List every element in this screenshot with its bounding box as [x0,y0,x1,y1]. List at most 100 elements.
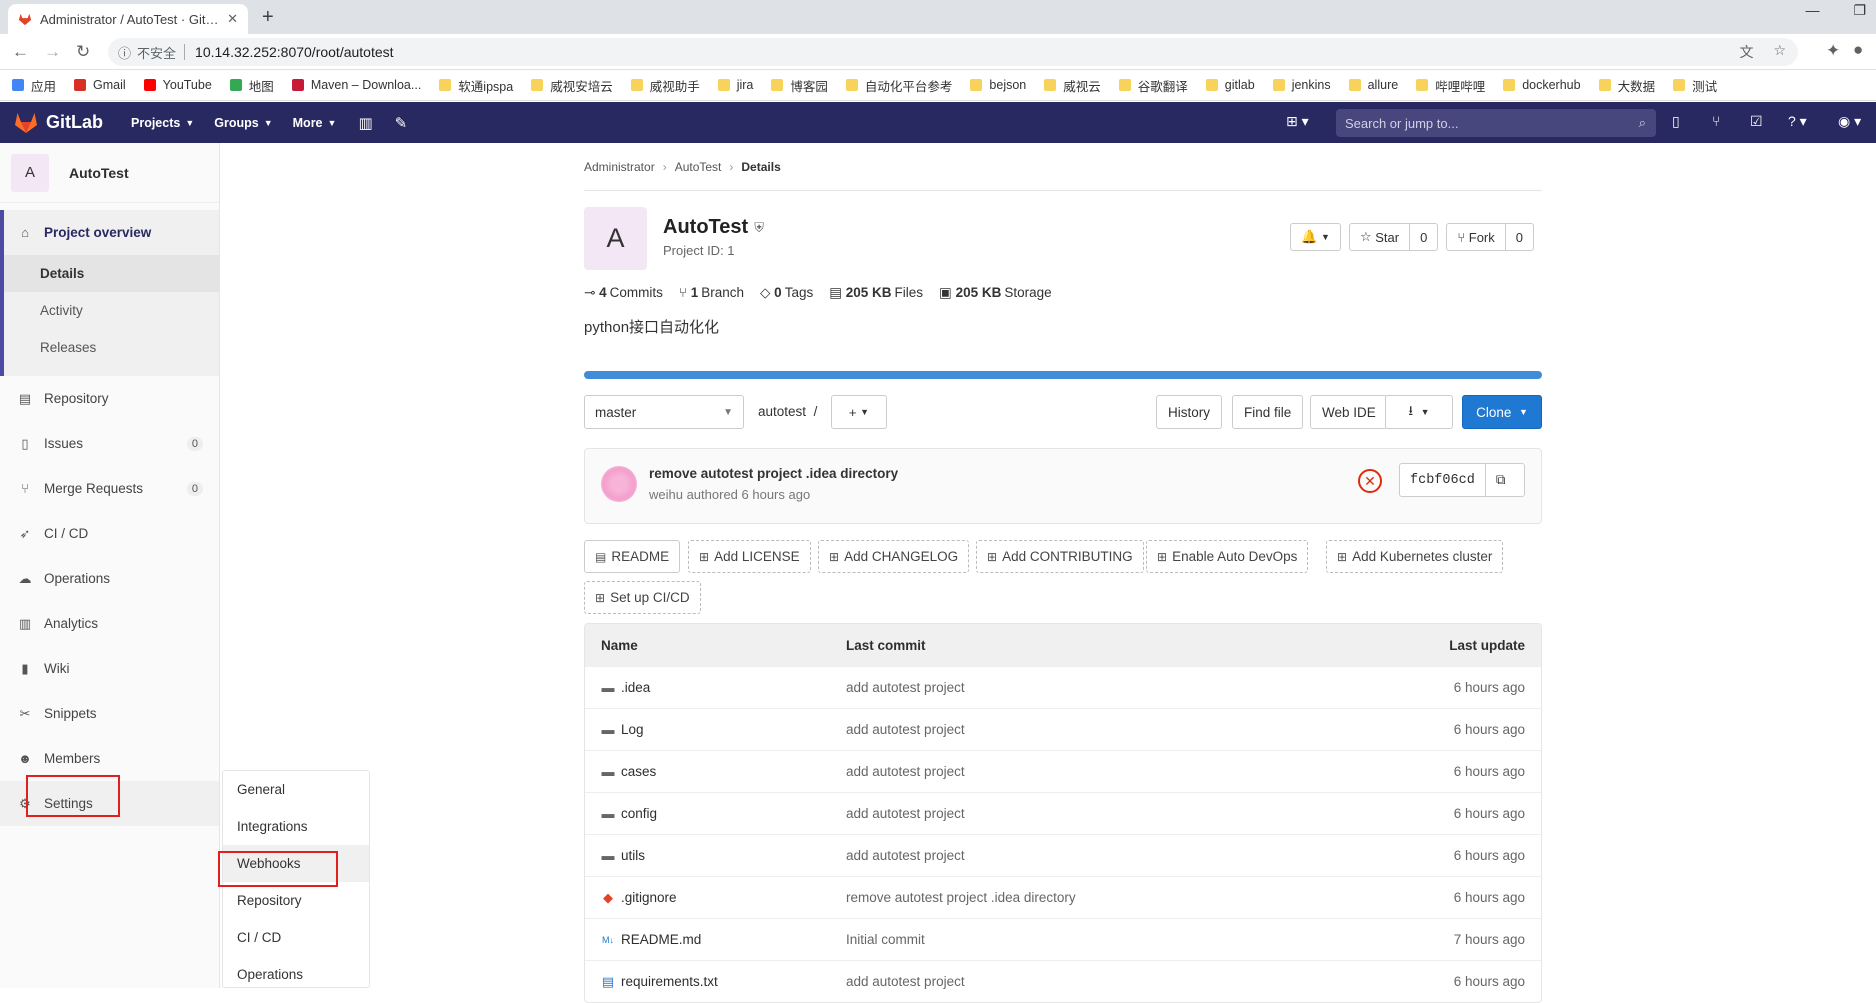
back-icon[interactable]: ← [12,42,29,62]
commit-message[interactable]: remove autotest project .idea directory [649,466,898,481]
reload-icon[interactable]: ↻ [76,42,90,62]
file-last-commit[interactable]: add autotest project [846,974,1321,989]
files-stat[interactable]: ▤ 205 KB Files [829,285,923,301]
quick-action-readme[interactable]: ▤ README [584,540,681,573]
sidebar-item-issues[interactable]: ▯ Issues 0 [0,421,219,466]
find-file-button[interactable]: Find file [1232,395,1304,429]
activity-chart-icon[interactable]: ▥ [358,114,372,132]
translate-icon[interactable]: 文 [1739,42,1753,62]
bookmark-item[interactable]: 地图 [229,76,274,95]
admin-wrench-icon[interactable]: ✎ [395,114,408,132]
groups-menu[interactable]: Groups ▼ [214,116,272,130]
minimize-icon[interactable]: — [1805,2,1819,19]
sidebar-subitem-releases[interactable]: Releases [4,329,219,366]
pipeline-failed-icon[interactable]: ✕ [1358,469,1382,493]
bookmark-item[interactable]: Maven – Downloa... [291,78,421,92]
file-last-commit[interactable]: add autotest project [846,764,1321,779]
table-row[interactable]: ▬ config add autotest project 6 hours ago [585,792,1541,834]
sidebar-project-header[interactable]: A AutoTest [0,143,219,203]
quick-action-enable-auto-devops[interactable]: ⊞ Enable Auto DevOps [1146,540,1309,573]
file-name-link[interactable]: Log [621,722,644,737]
bookmark-item[interactable]: 应用 [12,76,56,95]
file-name-link[interactable]: requirements.txt [621,974,718,989]
sidebar-subitem-activity[interactable]: Activity [4,292,219,329]
bookmark-item[interactable]: 大数据 [1598,76,1655,95]
bookmark-item[interactable]: 威视助手 [630,76,700,95]
extensions-icon[interactable]: ✦ [1826,41,1840,61]
browser-tab[interactable]: Administrator / AutoTest · Git… ✕ [8,4,248,34]
commits-stat[interactable]: ⊸ 4 Commits [584,285,663,301]
sidebar-subitem-details[interactable]: Details [4,255,219,292]
branch-stat[interactable]: ⑂ 1 Branch [679,285,744,301]
table-row[interactable]: ▬ utils add autotest project 6 hours ago [585,834,1541,876]
download-dropdown[interactable]: ⭳ ▼ [1385,395,1453,429]
tags-stat[interactable]: ◇ 0 Tags [760,285,813,301]
sidebar-item-merge-requests[interactable]: ⑂ Merge Requests 0 [0,466,219,511]
new-item-icon[interactable]: ⊞ ▾ [1286,113,1309,130]
bookmark-item[interactable]: jira [717,78,753,92]
fork-count[interactable]: 0 [1504,224,1533,250]
star-button[interactable]: ☆ Star 0 [1348,223,1439,251]
flyout-item-general[interactable]: General [223,771,369,808]
file-name-link[interactable]: .gitignore [621,890,677,905]
table-row[interactable]: ▬ Log add autotest project 6 hours ago [585,708,1541,750]
sidebar-item-snippets[interactable]: ✂ Snippets [0,691,219,736]
quick-action-add-changelog[interactable]: ⊞ Add CHANGELOG [818,540,970,573]
file-last-commit[interactable]: Initial commit [846,932,1321,947]
history-button[interactable]: History [1156,395,1223,429]
sidebar-item-project-overview[interactable]: ⌂ Project overview [4,210,219,255]
quick-action-set-up-ci-cd[interactable]: ⊞ Set up CI/CD [584,581,701,614]
bookmark-item[interactable]: jenkins [1272,78,1331,92]
quick-action-add-contributing[interactable]: ⊞ Add CONTRIBUTING [976,540,1144,573]
author-avatar[interactable] [601,466,637,502]
bookmark-item[interactable]: allure [1348,78,1398,92]
close-tab-icon[interactable]: ✕ [227,11,238,27]
commit-sha[interactable]: fcbf06cd [1400,464,1485,496]
file-name-link[interactable]: README.md [621,932,701,947]
breadcrumb-details[interactable]: Details [741,160,780,174]
flyout-item-integrations[interactable]: Integrations [223,808,369,845]
bookmark-item[interactable]: 测试 [1673,76,1717,95]
projects-menu[interactable]: Projects ▼ [131,116,194,130]
file-last-commit[interactable]: add autotest project [846,806,1321,821]
sidebar-item-repository[interactable]: ▤ Repository [0,376,219,421]
add-file-dropdown[interactable]: + ▼ [831,395,887,429]
table-row[interactable]: M↓ README.md Initial commit 7 hours ago [585,918,1541,960]
todos-nav-icon[interactable]: ☑ [1750,113,1763,130]
quick-action-add-license[interactable]: ⊞ Add LICENSE [688,540,811,573]
bookmark-item[interactable]: 软通ipspa [439,76,513,95]
flyout-item-repository[interactable]: Repository [223,882,369,919]
bookmark-item[interactable]: dockerhub [1503,78,1581,92]
profile-icon[interactable]: ● [1853,40,1863,60]
file-last-commit[interactable]: add autotest project [846,680,1321,695]
file-name-link[interactable]: .idea [621,680,650,695]
bookmark-item[interactable]: 威视云 [1044,76,1101,95]
gitlab-logo[interactable]: GitLab [14,112,103,134]
notification-dropdown[interactable]: 🔔 ▼ [1290,223,1341,251]
user-avatar[interactable]: ◉ ▾ [1838,113,1861,130]
breadcrumb-administrator[interactable]: Administrator [584,160,655,174]
bookmark-item[interactable]: 谷歌翻译 [1118,76,1188,95]
bookmark-item[interactable]: YouTube [143,78,212,92]
file-last-commit[interactable]: add autotest project [846,848,1321,863]
file-last-commit[interactable]: add autotest project [846,722,1321,737]
search-input[interactable]: Search or jump to... ⌕ [1336,109,1656,137]
table-row[interactable]: ▬ .idea add autotest project 6 hours ago [585,666,1541,708]
quick-action-add-kubernetes-cluster[interactable]: ⊞ Add Kubernetes cluster [1326,540,1504,573]
table-row[interactable]: ▤ requirements.txt add autotest project 6 h… [585,960,1541,1002]
restore-icon[interactable]: ❐ [1853,2,1866,19]
file-last-commit[interactable]: remove autotest project .idea directory [846,890,1321,905]
star-count[interactable]: 0 [1409,224,1437,250]
bookmark-item[interactable]: 哔哩哔哩 [1416,76,1485,95]
bookmark-item[interactable]: 博客园 [771,76,828,95]
repo-path-root[interactable]: autotest [758,404,806,419]
flyout-item-ci-cd[interactable]: CI / CD [223,919,369,956]
bookmark-item[interactable]: Gmail [74,78,126,92]
bookmark-item[interactable]: gitlab [1205,78,1255,92]
flyout-item-operations[interactable]: Operations [223,956,369,993]
bookmark-item[interactable]: 威视安培云 [531,76,613,95]
new-tab-button[interactable]: + [262,6,274,29]
merge-requests-nav-icon[interactable]: ⑂ [1712,113,1720,129]
web-ide-button[interactable]: Web IDE [1310,395,1388,429]
clone-button[interactable]: Clone ▼ [1462,395,1542,429]
